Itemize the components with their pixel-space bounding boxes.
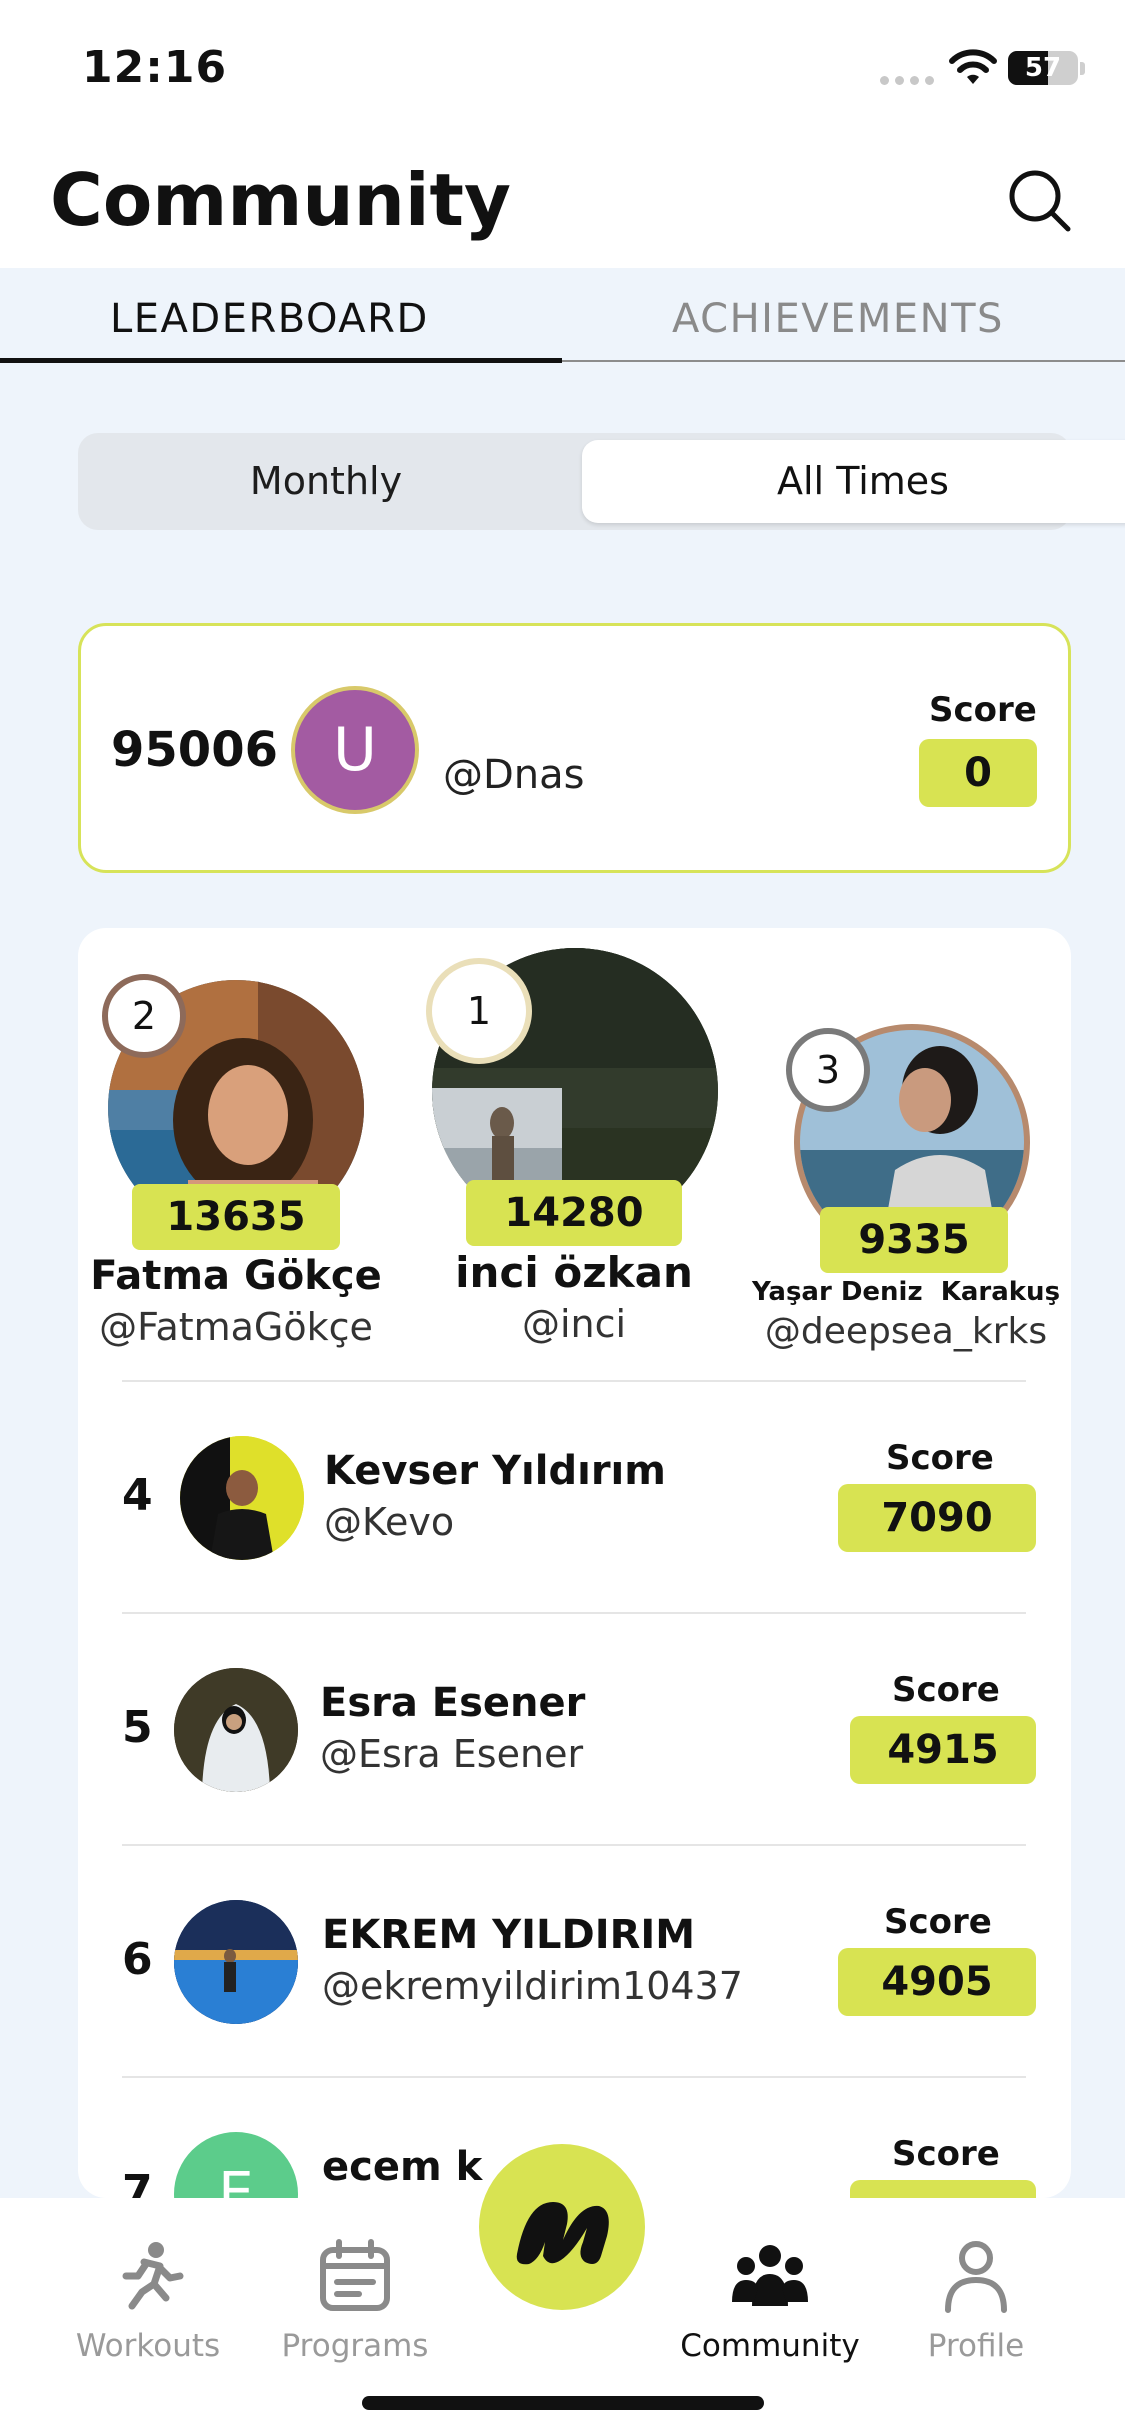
status-time: 12:16 (82, 42, 228, 93)
nav-community[interactable]: Community (680, 2236, 860, 2364)
row-rank: 5 (122, 1702, 153, 1753)
score-label: Score (884, 1902, 992, 1942)
running-person-icon (122, 2242, 184, 2310)
row-score: 7090 (838, 1484, 1036, 1552)
nav-workouts[interactable]: Workouts (58, 2236, 238, 2364)
row-score (850, 2180, 1036, 2198)
podium-handle-1: @inci (521, 1302, 627, 1346)
row-name: Kevser Yıldırım (324, 1448, 666, 1494)
tab-achievements[interactable]: ACHIEVEMENTS (672, 296, 1004, 342)
person-outline-icon (945, 2241, 1007, 2313)
battery-level: 57 (1024, 53, 1062, 83)
nav-label: Workouts (75, 2328, 221, 2364)
leaderboard-card: 2 13635 Fatma Gökçe @FatmaGökçe 1 14280 … (78, 928, 1071, 2198)
current-user-handle: @Dnas (443, 752, 585, 798)
nav-programs[interactable]: Programs (265, 2236, 445, 2364)
header: Community (0, 140, 1125, 268)
rank-badge-3: 3 (786, 1028, 870, 1112)
people-group-icon (732, 2245, 808, 2306)
podium-score-2: 13635 (132, 1184, 340, 1250)
avatar (180, 1436, 304, 1560)
divider (122, 1380, 1026, 1382)
tab-active-indicator (0, 358, 562, 363)
nav-label: Profile (927, 2328, 1025, 2364)
podium-score-3: 9335 (820, 1207, 1008, 1273)
nav-label: Programs (281, 2328, 429, 2364)
podium-handle-3: @deepsea_krks (764, 1311, 1048, 1352)
home-indicator (362, 2396, 764, 2410)
row-handle: @Esra Esener (320, 1732, 584, 1776)
nav-profile[interactable]: Profile (886, 2236, 1066, 2364)
tab-bar: LEADERBOARD ACHIEVEMENTS (0, 268, 1125, 364)
rank-badge-1: 1 (426, 958, 532, 1064)
row-name: EKREM YILDIRIM (322, 1912, 696, 1958)
row-name: ecem k (322, 2144, 483, 2190)
row-rank: 7 (122, 2166, 153, 2198)
app-logo-button[interactable] (479, 2144, 645, 2310)
avatar (174, 1900, 298, 2024)
podium-handle-2: @FatmaGökçe (99, 1305, 373, 1349)
score-label: Score (892, 1670, 1000, 1710)
divider (122, 1844, 1026, 1846)
podium-score-1: 14280 (466, 1180, 682, 1246)
toggle-all-times[interactable]: All Times (582, 440, 1125, 523)
row-handle: @ekremyildirim10437 (322, 1964, 743, 2008)
period-toggle: Monthly All Times (78, 433, 1125, 530)
toggle-monthly[interactable]: Monthly (78, 433, 574, 530)
battery-icon: 57 (1008, 51, 1078, 85)
current-user-rank: 95006 (111, 722, 278, 778)
app-logo-icon (516, 2202, 609, 2265)
podium-name-3: Yaşar Deniz Karakuş (751, 1277, 1061, 1307)
podium-name-2: Fatma Gökçe (90, 1253, 382, 1299)
row-rank: 4 (122, 1470, 153, 1521)
page-title: Community (50, 158, 511, 242)
divider (122, 1612, 1026, 1614)
score-label: Score (892, 2134, 1000, 2174)
search-icon[interactable] (1005, 166, 1073, 234)
calendar-icon (320, 2239, 390, 2311)
row-score: 4905 (838, 1948, 1036, 2016)
row-rank: 6 (122, 1934, 153, 1985)
divider (122, 2076, 1026, 2078)
current-user-card[interactable]: 95006 U @Dnas Score 0 (78, 623, 1071, 873)
cellular-signal-icon (880, 76, 934, 85)
nav-label: Community (680, 2328, 860, 2364)
podium-name-1: inci özkan (455, 1248, 693, 1297)
row-handle: @Kevo (324, 1500, 455, 1544)
avatar: E (174, 2132, 298, 2198)
current-user-score: 0 (919, 739, 1037, 807)
avatar (174, 1668, 298, 1792)
score-label: Score (929, 690, 1037, 730)
avatar: U (291, 686, 419, 814)
tab-leaderboard[interactable]: LEADERBOARD (110, 296, 429, 342)
row-score: 4915 (850, 1716, 1036, 1784)
status-bar: 12:16 57 (0, 0, 1125, 140)
row-name: Esra Esener (320, 1680, 586, 1726)
rank-badge-2: 2 (102, 974, 186, 1058)
wifi-icon (949, 49, 997, 84)
score-label: Score (886, 1438, 994, 1478)
